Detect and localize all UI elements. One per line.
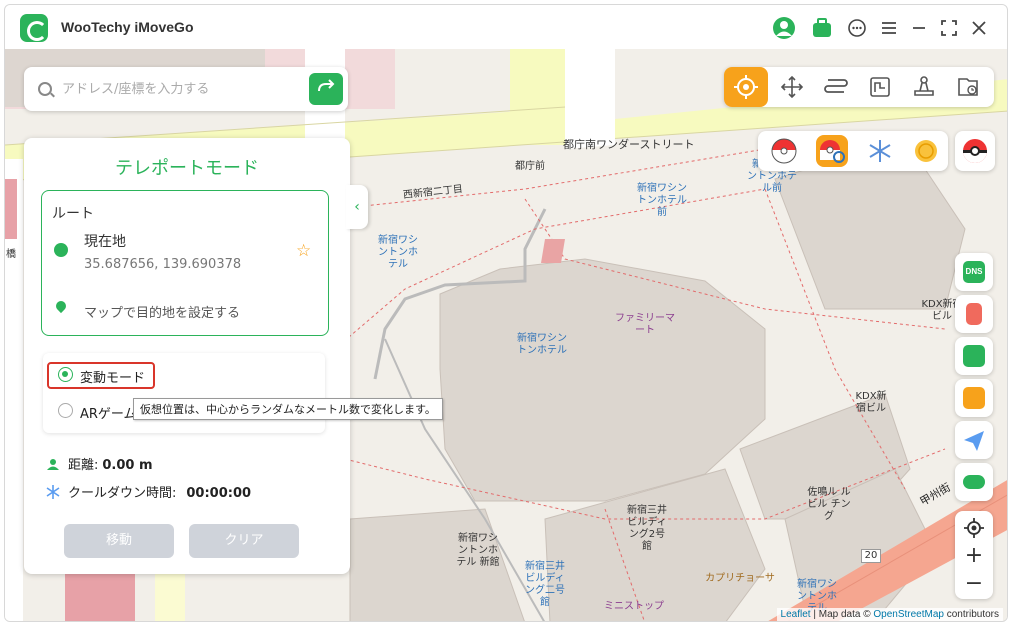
toggle-icon bbox=[963, 475, 985, 489]
cooldown-snowflake-icon bbox=[46, 485, 60, 499]
cooldown-value: 00:00:00 bbox=[186, 486, 252, 501]
mode-tooltip: 仮想位置は、中心からランダムなメートル数で変化します。 bbox=[133, 398, 443, 420]
move-button[interactable]: 移動 bbox=[64, 524, 174, 558]
map-label-kdx-2: KDX新 宿ビル bbox=[855, 391, 887, 414]
distance-label: 距離: bbox=[68, 458, 99, 473]
mode-toolbar bbox=[724, 67, 994, 107]
distance-value: 0.00 m bbox=[102, 458, 153, 473]
map-label-washington-2: 新宿ワシントンホテル前 bbox=[637, 183, 687, 218]
map-label-mitsui-2: 新宿三井ビルディング二号館 bbox=[525, 561, 565, 608]
destination-pin-icon bbox=[53, 298, 69, 314]
jump-mode-button[interactable] bbox=[902, 67, 946, 107]
clear-button[interactable]: クリア bbox=[189, 524, 299, 558]
leaflet-link[interactable]: Leaflet bbox=[781, 609, 811, 620]
map-attribution: Leaflet | Map data © OpenStreetMap contr… bbox=[776, 608, 1003, 621]
osm-link[interactable]: OpenStreetMap bbox=[873, 609, 944, 620]
teleport-panel: テレポートモード ルート 現在地 35.687656, 139.690378 ☆… bbox=[24, 138, 350, 574]
zoom-out-button[interactable]: − bbox=[955, 570, 993, 598]
map-label-washington-5: 新宿ワシントンホテル 新館 bbox=[456, 533, 500, 568]
toggle-button[interactable] bbox=[955, 463, 993, 501]
minimize-icon[interactable] bbox=[908, 17, 930, 39]
map-label-familymart: ファミリーマート bbox=[615, 313, 675, 336]
dns-button[interactable]: DNS bbox=[955, 253, 993, 291]
device-button[interactable] bbox=[955, 295, 993, 333]
teleport-mode-button[interactable] bbox=[724, 67, 768, 107]
feedback-icon[interactable] bbox=[846, 17, 868, 39]
attribution-middle: | Map data © bbox=[810, 609, 874, 620]
history-icon bbox=[958, 78, 978, 96]
destination-hint[interactable]: マップで目的地を設定する bbox=[84, 302, 240, 321]
stamp-icon bbox=[914, 76, 934, 96]
menu-icon[interactable] bbox=[878, 17, 900, 39]
distance-icon bbox=[47, 459, 59, 470]
search-icon bbox=[38, 82, 52, 96]
panel-title: テレポートモード bbox=[115, 158, 259, 179]
multi-spot-mode-button[interactable] bbox=[858, 67, 902, 107]
go-button[interactable] bbox=[309, 73, 343, 105]
attribution-tail: contributors bbox=[943, 609, 999, 620]
current-location-icon bbox=[54, 243, 68, 257]
multi-spot-icon bbox=[870, 77, 890, 97]
map-label-wonder-street: 都庁南ワンダーストリート bbox=[563, 138, 695, 151]
current-coords: 35.687656, 139.690378 bbox=[84, 257, 242, 272]
paper-plane-icon bbox=[964, 431, 984, 451]
snowflake-icon[interactable] bbox=[864, 135, 896, 167]
zoom-controls: + − bbox=[955, 511, 993, 599]
shirt-icon bbox=[963, 345, 985, 367]
app-title: WooTechy iMoveGo bbox=[61, 19, 194, 35]
shirt-button[interactable] bbox=[955, 337, 993, 375]
send-button[interactable] bbox=[955, 421, 993, 459]
route-box: ルート 現在地 35.687656, 139.690378 ☆ マップで目的地を… bbox=[41, 190, 329, 336]
two-spot-mode-button[interactable] bbox=[814, 67, 858, 107]
title-bar: WooTechy iMoveGo bbox=[5, 5, 1007, 49]
coin-icon[interactable] bbox=[910, 135, 942, 167]
card-icon bbox=[963, 387, 985, 409]
cooldown-row: クールダウン時間: 00:00:00 bbox=[46, 482, 251, 501]
pokeball-magnify-icon[interactable] bbox=[816, 135, 848, 167]
map-label-washington-1: 新宿ワシ ントンホ テル bbox=[378, 235, 418, 270]
collapse-panel-button[interactable]: ‹ bbox=[346, 185, 368, 229]
toolbox-icon[interactable] bbox=[811, 17, 833, 39]
move-arrows-icon bbox=[780, 75, 804, 99]
map-label-sanaruru: 佐鳴ル ルビル チング bbox=[807, 487, 851, 522]
dns-icon: DNS bbox=[963, 261, 985, 283]
zoom-in-button[interactable]: + bbox=[955, 542, 993, 570]
history-button[interactable] bbox=[946, 67, 990, 107]
pokeball-button[interactable] bbox=[955, 131, 995, 171]
app-logo-icon bbox=[20, 14, 48, 42]
cooldown-label: クールダウン時間: bbox=[68, 486, 177, 501]
map-label-washington-4: 新宿ワシントンホテル bbox=[517, 333, 567, 356]
pokemon-go-game-icon[interactable] bbox=[768, 135, 800, 167]
user-avatar-icon[interactable] bbox=[773, 17, 795, 39]
locate-me-icon[interactable] bbox=[955, 514, 993, 542]
map-label-capricho: カプリチョーサ bbox=[705, 573, 775, 584]
arrow-go-icon bbox=[318, 79, 335, 92]
joystick-mode-button[interactable] bbox=[770, 67, 814, 107]
map-label-ministop: ミニストップ bbox=[604, 601, 664, 612]
app-window: WooTechy iMoveGo 都庁前 都庁南ワンダーストリート 西新宿二丁目… bbox=[4, 4, 1008, 622]
map-label-mitsui-1: 新宿三井ビルディング2号館 bbox=[627, 505, 667, 552]
close-icon[interactable] bbox=[968, 17, 990, 39]
favorite-star-icon[interactable]: ☆ bbox=[296, 241, 311, 261]
game-bar bbox=[758, 131, 948, 171]
search-bar bbox=[24, 67, 348, 111]
map-label-route-20: 20 bbox=[861, 549, 881, 563]
card-button[interactable] bbox=[955, 379, 993, 417]
phone-icon bbox=[966, 303, 982, 325]
highlight-box bbox=[47, 362, 155, 389]
map-label-side: 橋 bbox=[6, 249, 16, 260]
distance-row: 距離: 0.00 m bbox=[46, 454, 153, 473]
route-label: ルート bbox=[52, 206, 94, 222]
radio-ar-mode[interactable] bbox=[58, 403, 73, 418]
fullscreen-icon[interactable] bbox=[938, 17, 960, 39]
pokeball-icon bbox=[963, 139, 987, 163]
search-input[interactable] bbox=[62, 77, 302, 101]
crosshair-icon bbox=[734, 75, 758, 99]
map-label-tocho-mae: 都庁前 bbox=[515, 161, 545, 172]
current-location-label: 現在地 bbox=[84, 234, 126, 250]
route-lines-icon bbox=[824, 79, 848, 93]
